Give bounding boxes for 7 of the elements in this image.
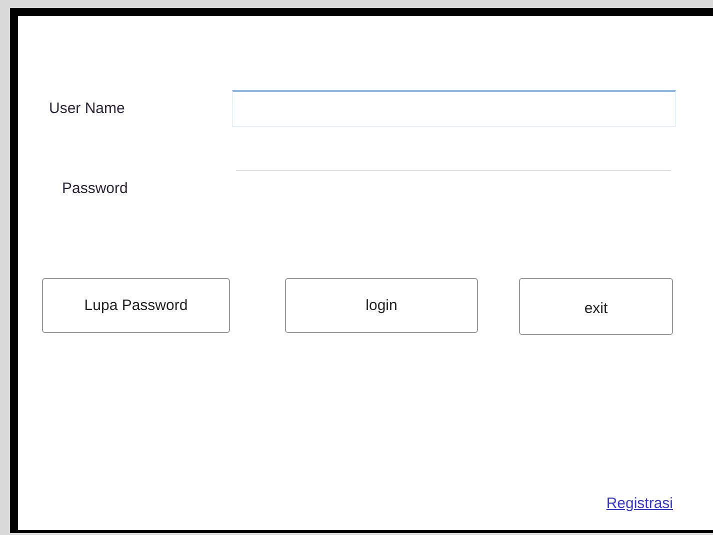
field-label: User Name — [49, 100, 126, 117]
action-button[interactable]: login — [285, 278, 478, 333]
field-label: Password — [62, 180, 129, 197]
action-button[interactable]: Lupa Password — [42, 278, 230, 333]
register-link[interactable]: Registrasi — [606, 495, 673, 512]
action-button[interactable]: exit — [519, 278, 673, 335]
username-field[interactable] — [232, 90, 676, 127]
